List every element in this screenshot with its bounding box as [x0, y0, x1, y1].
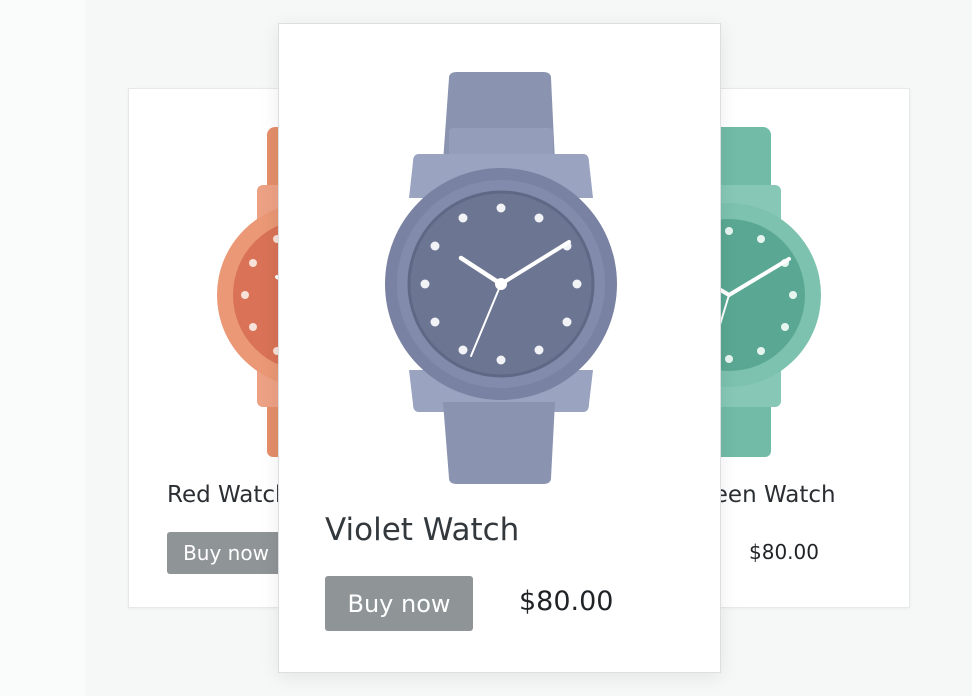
- product-title: Red Watch: [167, 482, 290, 508]
- buy-now-button[interactable]: Buy now: [167, 532, 285, 574]
- product-title: Violet Watch: [325, 512, 520, 548]
- carousel-stage: Red Watch Buy now Green Watch $80.00 Vio…: [0, 0, 972, 696]
- product-card-violet[interactable]: Violet Watch Buy now $80.00: [278, 23, 721, 673]
- buy-now-button[interactable]: Buy now: [325, 576, 473, 631]
- product-price: $80.00: [749, 540, 819, 564]
- product-price: $80.00: [519, 586, 614, 617]
- watch-icon: [385, 72, 617, 484]
- violet-watch-graphic: [385, 72, 617, 484]
